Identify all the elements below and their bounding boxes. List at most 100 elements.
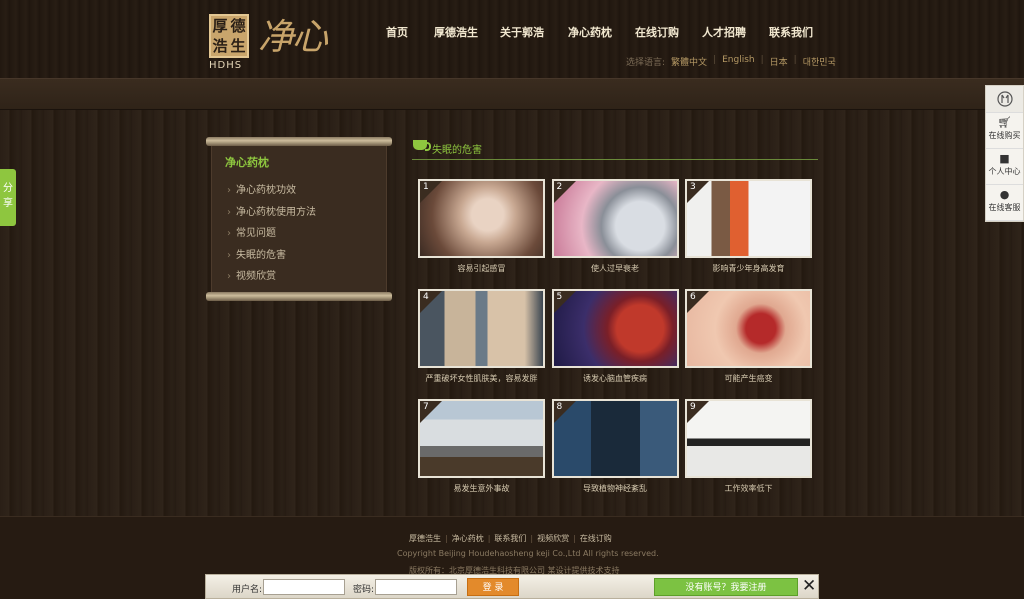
customer-service-button[interactable]: ● 在线客服 <box>986 185 1023 221</box>
card-number: 7 <box>423 402 429 412</box>
section-title: 失眠的危害 <box>432 145 482 156</box>
username-label: 用户名: <box>232 585 263 595</box>
buy-online-label: 在线购买 <box>988 131 1021 140</box>
divider: | <box>760 55 764 65</box>
card-caption[interactable]: 工作效率低下 <box>685 483 812 494</box>
sidebar-item-usage[interactable]: 净心药枕使用方法 <box>227 203 316 225</box>
insomnia-card[interactable]: 8 导致植物神经紊乱 <box>551 399 679 499</box>
sidebar-title: 净心药枕 <box>225 156 269 169</box>
logo-calligraphy: 净心 <box>258 17 328 58</box>
nav-item-about-company[interactable]: 厚德浩生 <box>434 24 478 40</box>
divider: | <box>487 534 491 543</box>
register-button[interactable]: 没有账号？我要注册 <box>654 578 798 596</box>
card-photo-frame[interactable]: 8 <box>551 399 679 478</box>
logo-char: 德 <box>230 17 246 35</box>
lang-japanese[interactable]: 日本 <box>770 55 788 68</box>
card-number: 9 <box>690 402 696 412</box>
insomnia-card[interactable]: 4 严重破坏女性肌肤美，容易发胖 <box>418 289 545 389</box>
card-photo-frame[interactable]: 1 <box>418 179 545 258</box>
card-number: 3 <box>690 182 696 192</box>
close-icon[interactable]: ✕ <box>802 577 816 595</box>
card-caption[interactable]: 使人过早衰老 <box>552 263 679 274</box>
insomnia-card[interactable]: 6 可能产生癌变 <box>685 289 812 389</box>
card-photo-frame[interactable]: 9 <box>685 399 812 478</box>
card-photo-frame[interactable]: 7 <box>418 399 545 478</box>
insomnia-card[interactable]: 9 工作效率低下 <box>685 399 812 499</box>
card-number: 8 <box>556 402 563 412</box>
card-photo-frame[interactable]: 5 <box>551 289 679 368</box>
logo-char: 生 <box>230 37 246 55</box>
login-bar: 用户名: 密码: 登 录 没有账号？我要注册 ✕ <box>205 574 819 599</box>
sidebar-list: 净心药枕功效 净心药枕使用方法 常见问题 失眠的危害 视频欣赏 <box>227 181 316 289</box>
user-center-label: 个人中心 <box>988 167 1021 176</box>
card-photo-frame[interactable]: 4 <box>418 289 545 368</box>
card-photo-frame[interactable]: 3 <box>685 179 812 258</box>
nav-item-order[interactable]: 在线订购 <box>635 24 679 40</box>
footer-link[interactable]: 联系我们 <box>494 534 526 543</box>
nav-item-about-founder[interactable]: 关于郭浩 <box>500 24 544 40</box>
nav-item-pillow[interactable]: 净心药枕 <box>568 24 612 40</box>
login-button[interactable]: 登 录 <box>467 578 519 596</box>
language-label: 选择语言: <box>626 58 666 68</box>
nav-item-jobs[interactable]: 人才招聘 <box>702 24 746 40</box>
insomnia-card[interactable]: 3 影响青少年身高发育 <box>685 179 812 279</box>
sidebar-item-insomnia[interactable]: 失眠的危害 <box>227 246 316 268</box>
footer-link[interactable]: 视频欣赏 <box>537 534 569 543</box>
lang-korean[interactable]: 대한민국 <box>803 55 836 68</box>
sidebar-scroll: 净心药枕 净心药枕功效 净心药枕使用方法 常见问题 失眠的危害 视频欣赏 <box>206 137 392 301</box>
logo-char: 厚 <box>212 17 228 35</box>
footer-link[interactable]: 厚德浩生 <box>409 534 441 543</box>
briefcase-icon: ■ <box>999 152 1010 165</box>
nav-item-contact[interactable]: 联系我们 <box>769 24 813 40</box>
sidebar-item-faq[interactable]: 常见问题 <box>227 224 316 246</box>
footer-links: 厚德浩生 | 净心药枕 | 联系我们 | 视频欣赏 | 在线订购 <box>409 533 612 544</box>
lang-traditional-chinese[interactable]: 繁體中文 <box>671 55 707 68</box>
card-caption[interactable]: 易发生意外事故 <box>418 483 545 494</box>
divider: | <box>713 55 717 65</box>
header-band <box>0 78 1024 110</box>
nav-item-home[interactable]: 首页 <box>386 24 408 40</box>
insomnia-card[interactable]: 1 容易引起感冒 <box>418 179 545 279</box>
divider: | <box>445 534 448 543</box>
card-caption[interactable]: 影响青少年身高发育 <box>685 263 812 274</box>
card-number: 1 <box>423 182 429 192</box>
tea-cup-icon <box>413 140 431 151</box>
divider: | <box>530 534 534 543</box>
password-input[interactable] <box>375 579 457 595</box>
brand-logo[interactable]: 厚 德 浩 生 <box>209 14 249 58</box>
customer-service-label: 在线客服 <box>988 203 1021 212</box>
logo-subtitle: HDHS <box>209 60 243 71</box>
logo-char: 浩 <box>212 37 228 55</box>
footer-link[interactable]: 净心药枕 <box>452 534 484 543</box>
card-photo-frame[interactable]: 2 <box>551 179 679 258</box>
sidebar-item-effects[interactable]: 净心药枕功效 <box>227 181 316 203</box>
scroll-rod-top <box>206 137 392 146</box>
card-caption[interactable]: 严重破坏女性肌肤美，容易发胖 <box>418 373 545 384</box>
card-caption[interactable]: 诱发心脑血管疾病 <box>552 373 679 384</box>
password-label: 密码: <box>353 585 375 595</box>
scroll-rod-bottom <box>206 292 392 301</box>
sidebar-item-videos[interactable]: 视频欣赏 <box>227 267 316 289</box>
buy-online-button[interactable]: 🛒︎ 在线购买 <box>986 113 1023 149</box>
lang-english[interactable]: English <box>722 55 755 68</box>
insomnia-card[interactable]: 5 诱发心脑血管疾病 <box>551 289 679 389</box>
card-caption[interactable]: 容易引起感冒 <box>418 263 545 274</box>
cart-icon: 🛒︎ <box>997 116 1012 129</box>
card-caption[interactable]: 导致植物神经紊乱 <box>552 483 679 494</box>
footer-link[interactable]: 在线订购 <box>580 534 612 543</box>
language-switcher: 选择语言: 繁體中文 | English | 日本 | 대한민국 <box>626 55 836 68</box>
card-photo-frame[interactable]: 6 <box>685 289 812 368</box>
headset-icon: ● <box>999 188 1010 201</box>
card-caption[interactable]: 可能产生癌变 <box>685 373 812 384</box>
share-tab[interactable]: 分享 <box>0 169 16 226</box>
username-input[interactable] <box>263 579 345 595</box>
tools-icon[interactable] <box>986 86 1023 113</box>
right-toolbar: 🛒︎ 在线购买 ■ 个人中心 ● 在线客服 <box>985 85 1024 222</box>
divider: | <box>793 55 797 65</box>
card-number: 6 <box>690 292 696 302</box>
footer-copyright: Copyright Beijing Houdehaosheng keji Co.… <box>397 549 659 558</box>
user-center-button[interactable]: ■ 个人中心 <box>986 149 1023 185</box>
insomnia-card[interactable]: 7 易发生意外事故 <box>418 399 545 499</box>
sidebar-body: 净心药枕 净心药枕功效 净心药枕使用方法 常见问题 失眠的危害 视频欣赏 <box>211 146 387 292</box>
insomnia-card[interactable]: 2 使人过早衰老 <box>551 179 679 279</box>
